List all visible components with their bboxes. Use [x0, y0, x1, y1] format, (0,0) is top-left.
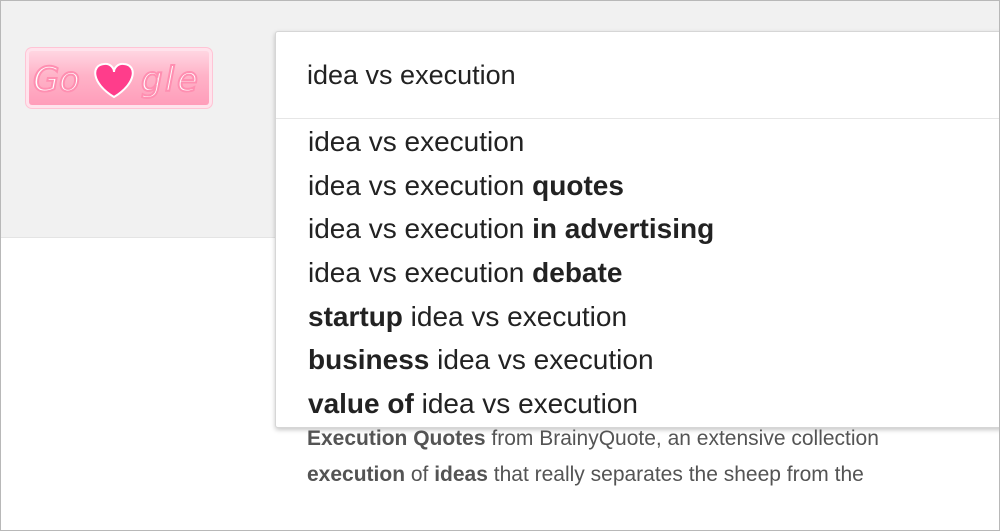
svg-text:e: e — [177, 60, 198, 100]
svg-text:o: o — [59, 60, 80, 100]
suggestion-item[interactable]: idea vs execution in advertising — [276, 207, 999, 251]
suggestion-item[interactable]: startup idea vs execution — [276, 295, 999, 339]
suggestion-text: idea vs execution — [402, 300, 628, 332]
snippet-bold-text: Execution Quotes — [307, 427, 486, 450]
suggestion-item[interactable]: idea vs execution quotes — [276, 164, 999, 208]
search-box-with-suggestions: idea vs execution idea vs execution quot… — [275, 31, 999, 428]
svg-text:l: l — [165, 60, 175, 100]
suggestion-text: idea vs execution — [413, 388, 638, 420]
autocomplete-suggestions: idea vs execution idea vs execution quot… — [276, 120, 999, 426]
result-snippet-line: execution of ideas that really separates… — [307, 463, 999, 487]
suggestion-text: idea vs execution — [308, 169, 533, 201]
snippet-text: of — [405, 463, 435, 486]
result-snippet-line: Execution Quotes from BrainyQuote, an ex… — [307, 427, 999, 451]
google-doodle-logo[interactable]: G o g l e — [29, 51, 209, 105]
suggestion-bold-text: business — [308, 344, 430, 376]
suggestion-item[interactable]: idea vs execution debate — [276, 251, 999, 295]
snippet-text: that really separates the sheep from the — [487, 463, 864, 486]
suggestion-text: idea vs execution — [308, 257, 533, 289]
logo-lettering-icon: G o g l e — [32, 59, 199, 101]
suggestion-item[interactable]: idea vs execution — [276, 120, 999, 164]
suggestion-bold-text: quotes — [532, 169, 624, 201]
svg-text:g: g — [141, 60, 163, 100]
snippet-bold-text: ideas — [434, 463, 488, 486]
suggestion-text: idea vs execution — [308, 126, 525, 157]
heart-icon — [94, 62, 134, 99]
suggestion-divider — [276, 118, 999, 119]
suggestion-item[interactable]: business idea vs execution — [276, 338, 999, 382]
screenshot-frame: G o g l e idea vs execution idea vs exec… — [0, 0, 1000, 531]
search-input[interactable] — [276, 32, 999, 118]
suggestion-bold-text: debate — [532, 257, 623, 289]
suggestion-text: idea vs execution — [308, 213, 533, 245]
suggestion-bold-text: value of — [308, 388, 414, 420]
suggestion-bold-text: in advertising — [532, 213, 715, 245]
snippet-bold-text: execution — [307, 463, 406, 486]
suggestion-bold-text: startup — [308, 300, 403, 332]
suggestion-text: idea vs execution — [429, 344, 654, 376]
suggestion-item[interactable]: value of idea vs execution — [276, 382, 999, 426]
svg-text:G: G — [33, 60, 59, 100]
snippet-text: from BrainyQuote, an extensive collectio… — [485, 427, 879, 450]
